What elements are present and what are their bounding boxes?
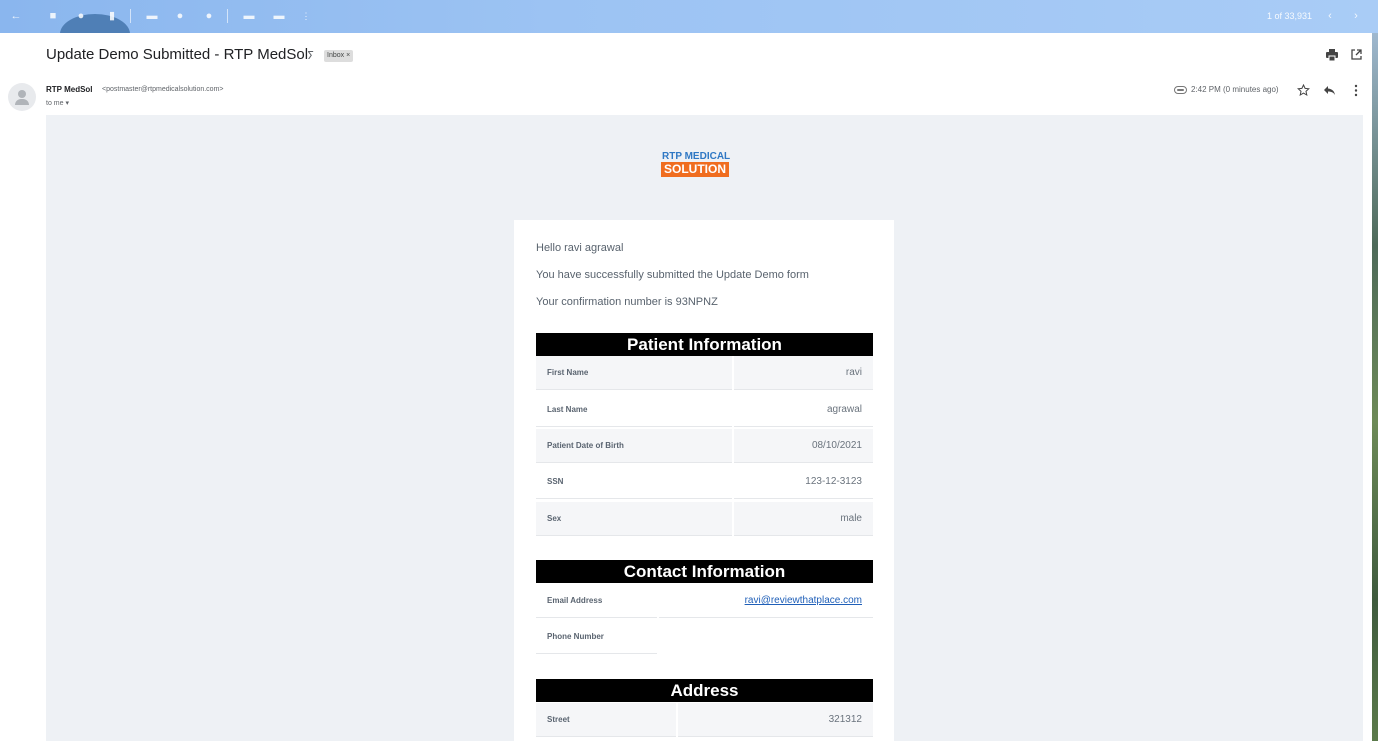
table-row: Last Name agrawal [536, 393, 873, 429]
success-message: You have successfully submitted the Upda… [536, 269, 809, 281]
star-icon[interactable] [1297, 84, 1310, 97]
wallpaper-shape [60, 14, 130, 33]
greeting-text: Hello ravi agrawal [536, 242, 624, 254]
logo-text-top: RTP MEDICAL [662, 151, 731, 162]
email-body: RTP MEDICAL SOLUTION Hello ravi agrawal … [46, 115, 1363, 741]
table-row: Sex male [536, 502, 873, 538]
confirmation-number: Your confirmation number is 93NPNZ [536, 296, 718, 308]
more-vert-icon[interactable] [1354, 84, 1358, 97]
table-row: Street 321312 [536, 703, 873, 739]
archive-icon[interactable]: ■ [47, 10, 59, 22]
field-value: male [734, 502, 873, 536]
field-label: SSN [536, 465, 732, 499]
print-icon[interactable] [1326, 49, 1338, 61]
table-row: Email Address ravi@reviewthatplace.com [536, 584, 873, 620]
field-label: Patient Date of Birth [536, 429, 732, 463]
field-label: First Name [536, 356, 732, 390]
field-value: 123-12-3123 [734, 465, 873, 499]
move-to-icon[interactable]: ▬ [243, 10, 255, 22]
snooze-icon[interactable]: ● [174, 10, 186, 22]
field-value: 321312 [678, 703, 873, 737]
attachment-icon [1174, 86, 1187, 94]
address-heading: Address [536, 679, 873, 702]
report-spam-icon[interactable]: ● [75, 10, 87, 22]
table-row: Phone Number [536, 620, 873, 656]
email-content-card: Hello ravi agrawal You have successfully… [514, 220, 894, 741]
patient-info-heading: Patient Information [536, 333, 873, 356]
add-task-icon[interactable]: ● [203, 10, 215, 22]
open-new-window-icon[interactable] [1351, 49, 1362, 60]
toolbar-divider [227, 9, 228, 23]
more-options-icon[interactable]: ⋮ [300, 10, 312, 22]
field-value: agrawal [734, 393, 873, 427]
delete-icon[interactable]: ▮ [106, 10, 118, 22]
rtp-medical-logo: RTP MEDICAL SOLUTION [661, 151, 751, 181]
sender-email: <postmaster@rtpmedicalsolution.com> [102, 86, 224, 93]
older-chevron-icon[interactable]: › [1350, 10, 1362, 22]
field-label: Email Address [536, 584, 657, 618]
field-label: Phone Number [536, 620, 657, 654]
importance-marker-icon[interactable]: ⵢ [307, 49, 314, 62]
mail-toolbar: ← ■ ● ▮ ▬ ● ● ▬ ▬ ⋮ 1 of 33,931 ‹ › [0, 0, 1378, 33]
field-label: Street [536, 703, 676, 737]
newer-chevron-icon[interactable]: ‹ [1324, 10, 1336, 22]
reply-icon[interactable] [1323, 85, 1336, 96]
table-row: Patient Date of Birth 08/10/2021 [536, 429, 873, 465]
email-subject: Update Demo Submitted - RTP MedSol [46, 46, 309, 63]
sender-avatar [8, 83, 36, 111]
email-timestamp: 2:42 PM (0 minutes ago) [1191, 85, 1279, 94]
message-count: 1 of 33,931 [1267, 11, 1313, 21]
email-address-link[interactable]: ravi@reviewthatplace.com [659, 584, 873, 618]
label-icon[interactable]: ▬ [273, 10, 285, 22]
recipient-details-toggle[interactable]: to me ▾ [46, 99, 69, 107]
field-value: ravi [734, 356, 873, 390]
desktop-wallpaper-edge [1372, 33, 1378, 741]
sender-name: RTP MedSol [46, 85, 93, 94]
contact-info-heading: Contact Information [536, 560, 873, 583]
table-row: First Name ravi [536, 356, 873, 392]
field-label: Sex [536, 502, 732, 536]
field-value: 08/10/2021 [734, 429, 873, 463]
back-arrow-icon[interactable]: ← [10, 10, 22, 22]
toolbar-divider [130, 9, 131, 23]
mark-unread-icon[interactable]: ▬ [146, 10, 158, 22]
field-label: Last Name [536, 393, 732, 427]
table-row: SSN 123-12-3123 [536, 465, 873, 501]
inbox-label-chip[interactable]: Inbox × [324, 50, 354, 62]
logo-text-bottom: SOLUTION [661, 162, 729, 177]
